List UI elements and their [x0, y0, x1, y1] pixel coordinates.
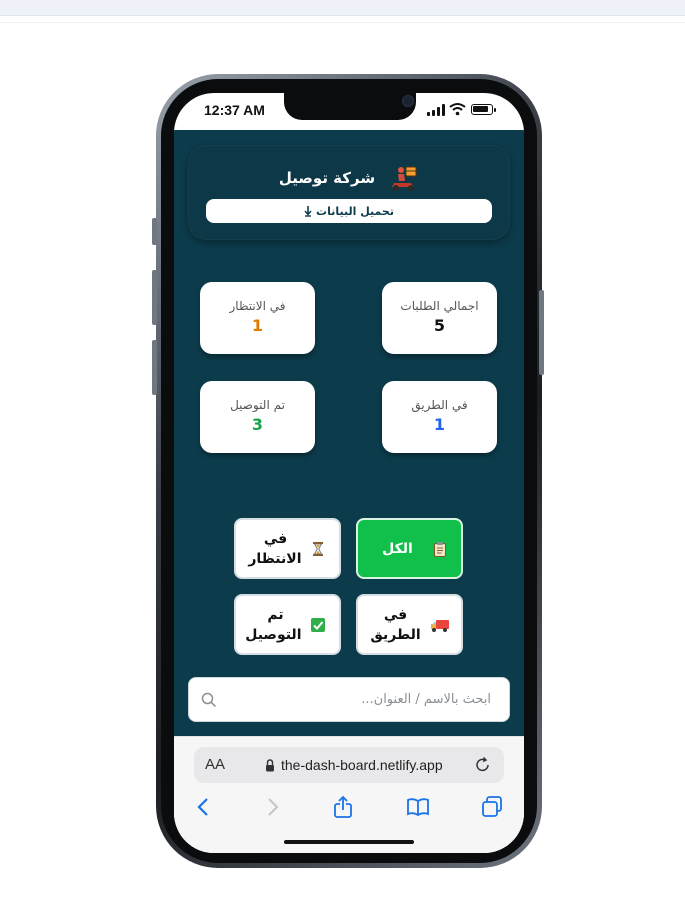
divider	[0, 22, 685, 23]
filter-label: الكل	[382, 540, 413, 557]
stat-label: تم التوصيل	[230, 398, 285, 412]
filter-pending-button[interactable]: في الانتظار	[234, 518, 341, 579]
front-camera	[402, 95, 414, 107]
search-input[interactable]	[229, 678, 491, 721]
filter-label: في الانتظار	[248, 530, 302, 567]
home-indicator	[284, 840, 414, 844]
cellular-signal-icon	[427, 104, 445, 116]
filter-all-button[interactable]: الكل	[356, 518, 463, 579]
stat-total-orders: اجمالي الطلبات 5	[382, 282, 497, 354]
stat-pending: في الانتظار 1	[200, 282, 315, 354]
volume-up-button	[152, 270, 157, 325]
browser-toolbar: AA the-dash-board.netlify.app	[174, 736, 524, 853]
phone-screen: 12:37 AM شركة توصيل تحميل البيانات اجمال…	[174, 93, 524, 853]
reload-icon[interactable]	[474, 756, 492, 774]
company-title: شركة توصيل	[188, 165, 510, 191]
filter-on-the-way-button[interactable]: في الطريق	[356, 594, 463, 655]
load-data-label: تحميل البيانات	[316, 204, 394, 218]
address-bar[interactable]: AA the-dash-board.netlify.app	[194, 747, 504, 783]
stat-value: 5	[433, 316, 446, 335]
bookmarks-icon[interactable]	[406, 795, 430, 819]
header-card: شركة توصيل تحميل البيانات	[188, 145, 510, 240]
stat-label: اجمالي الطلبات	[400, 299, 479, 313]
delivery-truck-icon	[430, 619, 449, 632]
notch	[284, 93, 416, 120]
search-bar	[188, 677, 510, 722]
text-size-button[interactable]: AA	[205, 756, 225, 773]
tabs-icon[interactable]	[480, 795, 504, 819]
filter-delivered-button[interactable]: تم التوصيل	[234, 594, 341, 655]
load-data-button[interactable]: تحميل البيانات	[206, 199, 492, 223]
battery-icon	[471, 104, 496, 115]
search-icon	[201, 692, 217, 708]
forward-icon[interactable]	[260, 795, 284, 819]
company-name: شركة توصيل	[278, 169, 376, 187]
browser-top-bar	[0, 0, 685, 16]
back-icon[interactable]	[192, 795, 216, 819]
power-button	[539, 290, 544, 375]
download-arrow-icon	[304, 206, 312, 217]
stat-delivered: تم التوصيل 3	[200, 381, 315, 453]
checkbox-icon	[310, 617, 325, 632]
wifi-icon	[449, 103, 466, 116]
clipboard-icon	[433, 541, 446, 557]
url-text: the-dash-board.netlify.app	[281, 757, 443, 773]
share-icon[interactable]	[331, 795, 355, 819]
stat-value: 3	[251, 415, 264, 434]
stat-label: في الطريق	[411, 398, 468, 412]
mute-switch	[152, 218, 157, 245]
status-bar: 12:37 AM	[174, 93, 524, 130]
volume-down-button	[152, 340, 157, 395]
filter-label: في الطريق	[370, 606, 421, 643]
stat-on-the-way: في الطريق 1	[382, 381, 497, 453]
status-time: 12:37 AM	[204, 102, 265, 118]
dashboard-app: شركة توصيل تحميل البيانات اجمالي الطلبات…	[174, 130, 524, 736]
delivery-scooter-icon	[392, 166, 417, 191]
filter-label: تم التوصيل	[245, 606, 302, 643]
stat-value: 1	[251, 316, 264, 335]
stat-label: في الانتظار	[229, 299, 286, 313]
hourglass-icon	[312, 541, 323, 556]
lock-icon	[266, 759, 274, 772]
stat-value: 1	[433, 415, 446, 434]
